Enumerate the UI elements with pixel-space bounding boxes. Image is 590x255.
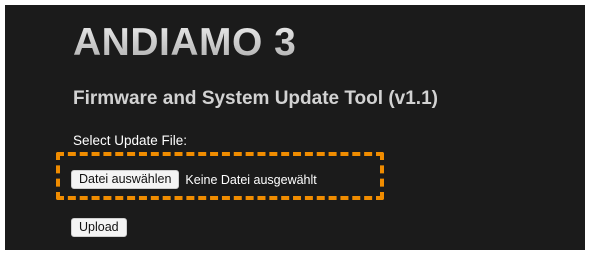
app-title: ANDIAMO 3: [73, 21, 297, 64]
update-tool-panel: ANDIAMO 3 Firmware and System Update Too…: [5, 5, 585, 250]
file-status-text: Keine Datei ausgewählt: [185, 172, 317, 187]
file-input[interactable]: Datei auswählen Keine Datei ausgewählt: [71, 169, 317, 190]
upload-button[interactable]: Upload: [71, 218, 127, 237]
choose-file-button[interactable]: Datei auswählen: [71, 170, 180, 189]
select-file-label: Select Update File:: [73, 133, 188, 148]
page-subtitle: Firmware and System Update Tool (v1.1): [73, 88, 438, 109]
